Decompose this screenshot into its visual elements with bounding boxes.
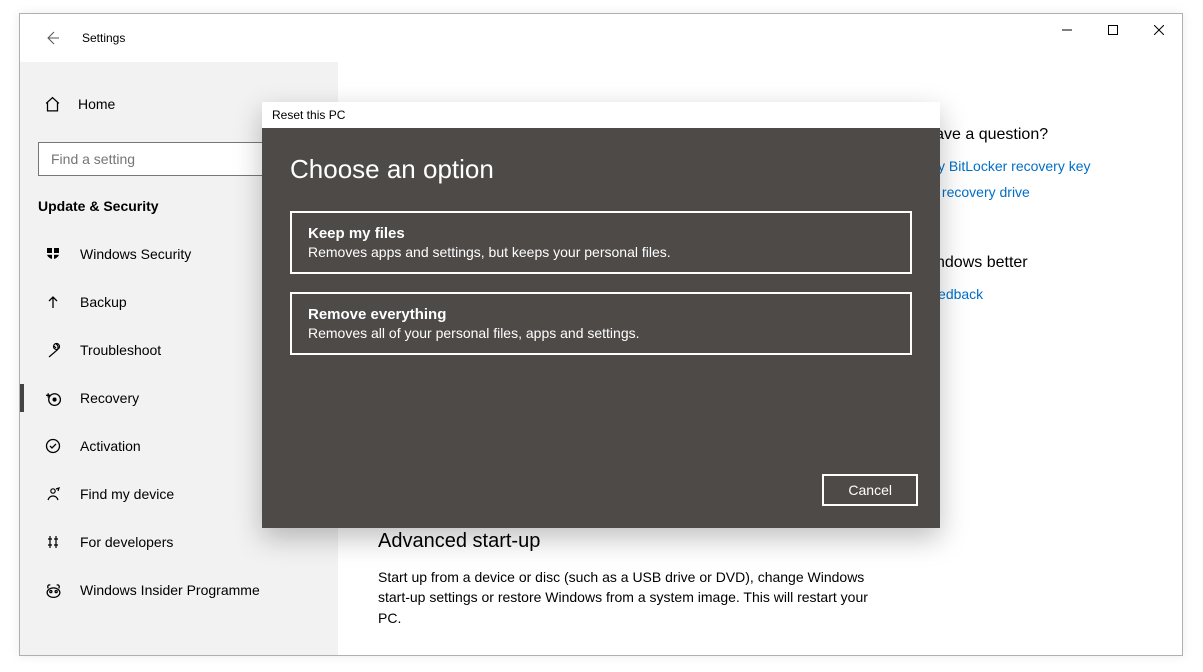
advanced-startup-section: Advanced start-up Start up from a device… xyxy=(378,530,882,628)
close-button[interactable] xyxy=(1136,14,1182,46)
advanced-startup-title: Advanced start-up xyxy=(378,530,882,553)
recovery-icon xyxy=(44,390,62,407)
titlebar: Settings xyxy=(20,14,1182,62)
sidebar-item-label: Windows Insider Programme xyxy=(80,582,260,598)
option-title: Keep my files xyxy=(308,225,894,242)
sidebar-item-label: Recovery xyxy=(80,390,139,406)
sidebar-item-label: Windows Security xyxy=(80,246,191,262)
wrench-icon xyxy=(44,342,62,358)
reset-pc-dialog: Reset this PC Choose an option Keep my f… xyxy=(262,102,940,528)
arrow-up-icon xyxy=(44,294,62,310)
sidebar-item-label: Troubleshoot xyxy=(80,342,161,358)
shield-icon xyxy=(44,246,62,262)
location-person-icon xyxy=(44,486,62,502)
cancel-button[interactable]: Cancel xyxy=(822,474,918,506)
maximize-button[interactable] xyxy=(1090,14,1136,46)
window-title: Settings xyxy=(82,31,125,45)
option-desc: Removes all of your personal files, apps… xyxy=(308,325,894,341)
sidebar-item-label: Backup xyxy=(80,294,127,310)
sidebar-item-label: Activation xyxy=(80,438,141,454)
sidebar-item-label: For developers xyxy=(80,534,173,550)
advanced-startup-desc: Start up from a device or disc (such as … xyxy=(378,567,878,628)
sidebar-item-insider-programme[interactable]: Windows Insider Programme xyxy=(20,566,338,614)
option-keep-my-files[interactable]: Keep my files Removes apps and settings,… xyxy=(290,211,912,274)
minimize-button[interactable] xyxy=(1044,14,1090,46)
home-icon xyxy=(44,96,62,113)
option-desc: Removes apps and settings, but keeps you… xyxy=(308,244,894,260)
dialog-title: Reset this PC xyxy=(262,102,940,128)
checkmark-circle-icon xyxy=(44,438,62,454)
sidebar-item-label: Find my device xyxy=(80,486,174,502)
dialog-heading: Choose an option xyxy=(290,154,912,185)
dev-icon xyxy=(44,534,62,550)
dialog-body: Choose an option Keep my files Removes a… xyxy=(262,128,940,528)
window-controls xyxy=(1044,14,1182,46)
back-button[interactable] xyxy=(42,28,62,48)
sidebar-home-label: Home xyxy=(78,96,115,112)
option-title: Remove everything xyxy=(308,306,894,323)
option-remove-everything[interactable]: Remove everything Removes all of your pe… xyxy=(290,292,912,355)
insider-icon xyxy=(44,582,62,599)
